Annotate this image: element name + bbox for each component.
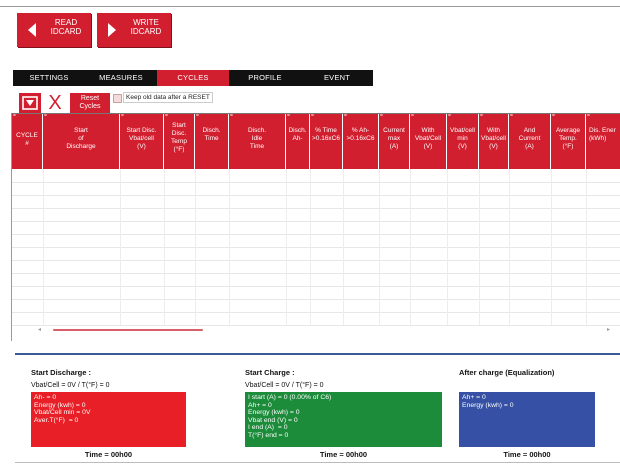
keep-data-label: Keep old data after a RESET bbox=[123, 92, 213, 103]
reset-cycles-label: Reset Cycles bbox=[79, 95, 101, 110]
header-cycle[interactable]: = CYCLE # bbox=[12, 114, 43, 169]
table-row[interactable] bbox=[12, 182, 620, 183]
header-start-temp[interactable]: = Start Disc. Temp (°F) bbox=[164, 114, 195, 169]
read-idcard-label: READ IDCARD bbox=[50, 18, 82, 36]
scroll-right-icon[interactable]: ▸ bbox=[607, 326, 610, 333]
start-charge-sub: Vbat/Cell = 0V / T(°F) = 0 bbox=[245, 382, 324, 389]
tab-bar: SETTINGS MEASURES CYCLES PROFILE EVENT bbox=[13, 70, 373, 86]
write-idcard-label: WRITE IDCARD bbox=[130, 18, 162, 36]
arrow-right-icon bbox=[108, 23, 116, 37]
header-with-vbat-2[interactable]: = With Vbat/cell (V) bbox=[479, 114, 509, 169]
delete-button[interactable]: X bbox=[44, 93, 66, 113]
header-disch-time[interactable]: = Disch. Time bbox=[195, 114, 229, 169]
column-divider bbox=[479, 169, 480, 325]
keep-data-checkbox[interactable] bbox=[113, 94, 122, 103]
column-divider bbox=[286, 169, 287, 325]
equalization-info-box: Ah+ = 0 Energy (kwh) = 0 bbox=[459, 392, 595, 447]
start-charge-title: Start Charge : bbox=[245, 368, 295, 377]
column-divider bbox=[586, 169, 587, 325]
download-button[interactable] bbox=[19, 93, 41, 113]
scroll-left-icon[interactable]: ◂ bbox=[38, 326, 41, 333]
horizontal-scrollbar[interactable]: ◂ ▸ bbox=[38, 326, 620, 334]
start-discharge-sub: Vbat/Cell = 0V / T(°F) = 0 bbox=[31, 382, 110, 389]
table-row[interactable] bbox=[12, 195, 620, 196]
table-row[interactable] bbox=[12, 208, 620, 209]
table-row[interactable] bbox=[12, 260, 620, 261]
header-start-vbat[interactable]: = Start Disc. Vbat/cell (V) bbox=[120, 114, 164, 169]
table-row[interactable] bbox=[12, 286, 620, 287]
header-disch-ah[interactable]: = Disch. Ah- bbox=[286, 114, 310, 169]
header-disch-idle-time[interactable]: = Disch. Idle Time bbox=[229, 114, 286, 169]
write-idcard-button[interactable]: WRITE IDCARD bbox=[97, 13, 171, 47]
cycle-summary-panel: Start Discharge : Vbat/Cell = 0V / T(°F)… bbox=[15, 353, 620, 467]
tab-profile[interactable]: PROFILE bbox=[229, 70, 301, 86]
discharge-time: Time = 00h00 bbox=[84, 450, 133, 459]
top-divider bbox=[0, 6, 620, 7]
cycles-toolbar: X Reset Cycles Keep old data after a RES… bbox=[0, 89, 620, 113]
header-and-current[interactable]: = And Current (A) bbox=[509, 114, 551, 169]
column-divider bbox=[379, 169, 380, 325]
table-row[interactable] bbox=[12, 221, 620, 222]
header-average-temp[interactable]: = Average Temp. (°F) bbox=[551, 114, 586, 169]
table-row[interactable] bbox=[12, 247, 620, 248]
column-divider bbox=[310, 169, 311, 325]
header-pct-ah[interactable]: =% Ah- >0.16xC6 bbox=[343, 114, 379, 169]
column-divider bbox=[164, 169, 165, 325]
bottom-divider bbox=[15, 462, 620, 463]
table-row[interactable] bbox=[12, 299, 620, 300]
charge-time: Time = 00h00 bbox=[319, 450, 368, 459]
column-divider bbox=[343, 169, 344, 325]
column-divider bbox=[410, 169, 411, 325]
cycles-table: = CYCLE # = Start of Discharge = Start Disc… bbox=[11, 113, 620, 341]
tab-measures[interactable]: MEASURES bbox=[85, 70, 157, 86]
table-row[interactable] bbox=[12, 273, 620, 274]
equalization-title: After charge (Equalization) bbox=[459, 368, 555, 377]
reset-cycles-button[interactable]: Reset Cycles bbox=[70, 93, 110, 113]
header-with-vbat[interactable]: = With Vbat/Cell (V) bbox=[410, 114, 447, 169]
equalization-time: Time = 00h00 bbox=[503, 450, 551, 459]
column-divider bbox=[229, 169, 230, 325]
header-current-max[interactable]: = Current max (A) bbox=[379, 114, 410, 169]
column-divider bbox=[120, 169, 121, 325]
header-pct-time[interactable]: =% Time >0.16xC6 bbox=[310, 114, 343, 169]
column-divider bbox=[509, 169, 510, 325]
header-start-of-discharge[interactable]: = Start of Discharge bbox=[43, 114, 120, 169]
tab-cycles[interactable]: CYCLES bbox=[157, 70, 229, 86]
header-vbat-min[interactable]: = Vbat/cell min (V) bbox=[447, 114, 479, 169]
table-header: = CYCLE # = Start of Discharge = Start Disc… bbox=[12, 114, 620, 169]
tab-settings[interactable]: SETTINGS bbox=[13, 70, 85, 86]
discharge-info-box: Ah- = 0 Energy (kwh) = 0 Vbat/Cell min =… bbox=[31, 392, 186, 447]
tab-event[interactable]: EVENT bbox=[301, 70, 373, 86]
download-icon bbox=[22, 96, 38, 110]
column-divider bbox=[551, 169, 552, 325]
header-dis-energy[interactable]: = Dis. Ener (kWh) bbox=[586, 114, 620, 169]
arrow-left-icon bbox=[28, 23, 36, 37]
table-row[interactable] bbox=[12, 234, 620, 235]
column-divider bbox=[43, 169, 44, 325]
table-row[interactable] bbox=[12, 312, 620, 313]
scrollbar-thumb[interactable] bbox=[53, 329, 203, 331]
start-discharge-title: Start Discharge : bbox=[31, 368, 92, 377]
charge-info-box: I start (A) = 0 (0.00% of C6) Ah+ = 0 En… bbox=[245, 392, 442, 447]
column-divider bbox=[195, 169, 196, 325]
column-divider bbox=[447, 169, 448, 325]
read-idcard-button[interactable]: READ IDCARD bbox=[17, 13, 91, 47]
